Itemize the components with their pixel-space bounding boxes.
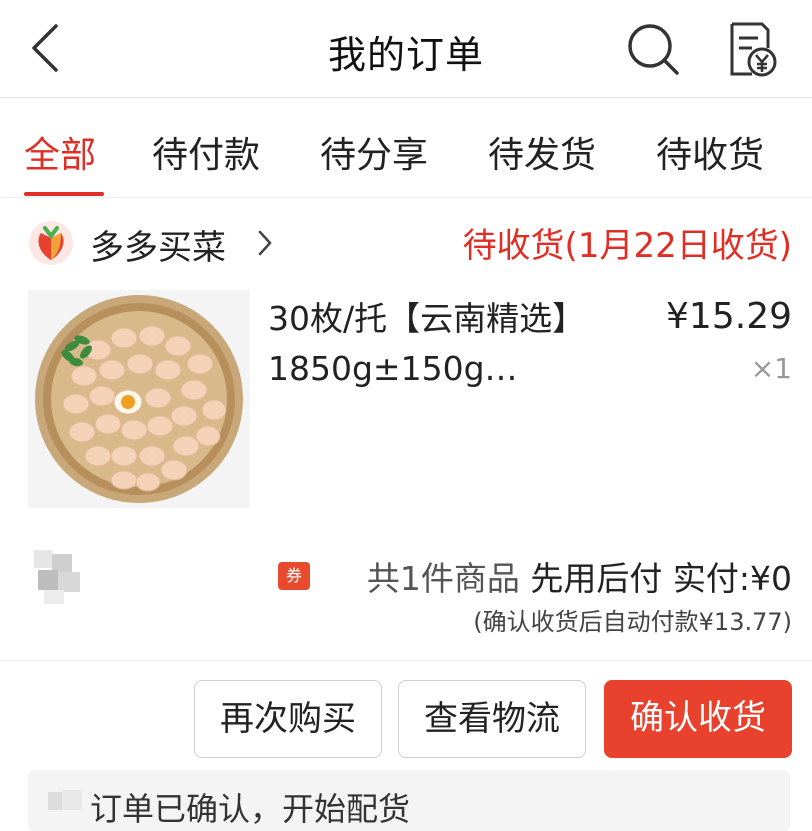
product-image[interactable]: [28, 290, 250, 508]
tab-pending-share[interactable]: 待分享: [320, 126, 428, 178]
item-count: 共1件商品: [366, 559, 520, 598]
auto-pay-note: (确认收货后自动付款¥13.77): [473, 608, 792, 636]
product-price: ¥15.29: [666, 296, 792, 337]
pay-mode: 先用后付: [530, 559, 663, 598]
order-summary: 共1件商品 先用后付 实付:¥0: [367, 552, 792, 600]
tab-pending-receipt[interactable]: 待收货: [656, 126, 764, 178]
search-icon[interactable]: [626, 22, 680, 76]
logistics-status-text: 订单已确认，开始配货: [90, 790, 411, 828]
blurred-icon: [48, 790, 82, 810]
active-tab-indicator: [24, 192, 104, 196]
divider: [0, 660, 812, 661]
blurred-avatar: [34, 550, 80, 604]
logistics-status-bar[interactable]: 订单已确认，开始配货: [28, 770, 790, 831]
buy-again-button[interactable]: 再次购买: [194, 680, 382, 758]
paid-label: 实付:: [672, 559, 750, 598]
chevron-right-icon: [258, 230, 272, 256]
view-logistics-button[interactable]: 查看物流: [398, 680, 586, 758]
shop-row[interactable]: 多多买菜 待收货(1月22日收货): [0, 198, 812, 286]
receipt-yen-icon[interactable]: [722, 20, 780, 78]
coupon-icon: 券: [278, 562, 310, 590]
header-bar: 我的订单: [0, 0, 812, 98]
shop-name[interactable]: 多多买菜: [90, 220, 226, 269]
confirm-receipt-button[interactable]: 确认收货: [604, 680, 792, 758]
order-tabs: 全部 待付款 待分享 待发货 待收货: [0, 98, 812, 198]
tab-pending-payment[interactable]: 待付款: [152, 126, 260, 178]
page-title: 我的订单: [327, 33, 484, 77]
order-status: 待收货(1月22日收货): [462, 226, 792, 266]
product-quantity: ×1: [750, 352, 792, 385]
shop-logo-icon: [29, 221, 73, 265]
tab-pending-shipment[interactable]: 待发货: [488, 126, 596, 178]
product-title[interactable]: 30枚/托【云南精选】1850g±150g…: [268, 294, 628, 394]
paid-amount: ¥0: [750, 559, 792, 598]
tab-all[interactable]: 全部: [24, 126, 96, 178]
